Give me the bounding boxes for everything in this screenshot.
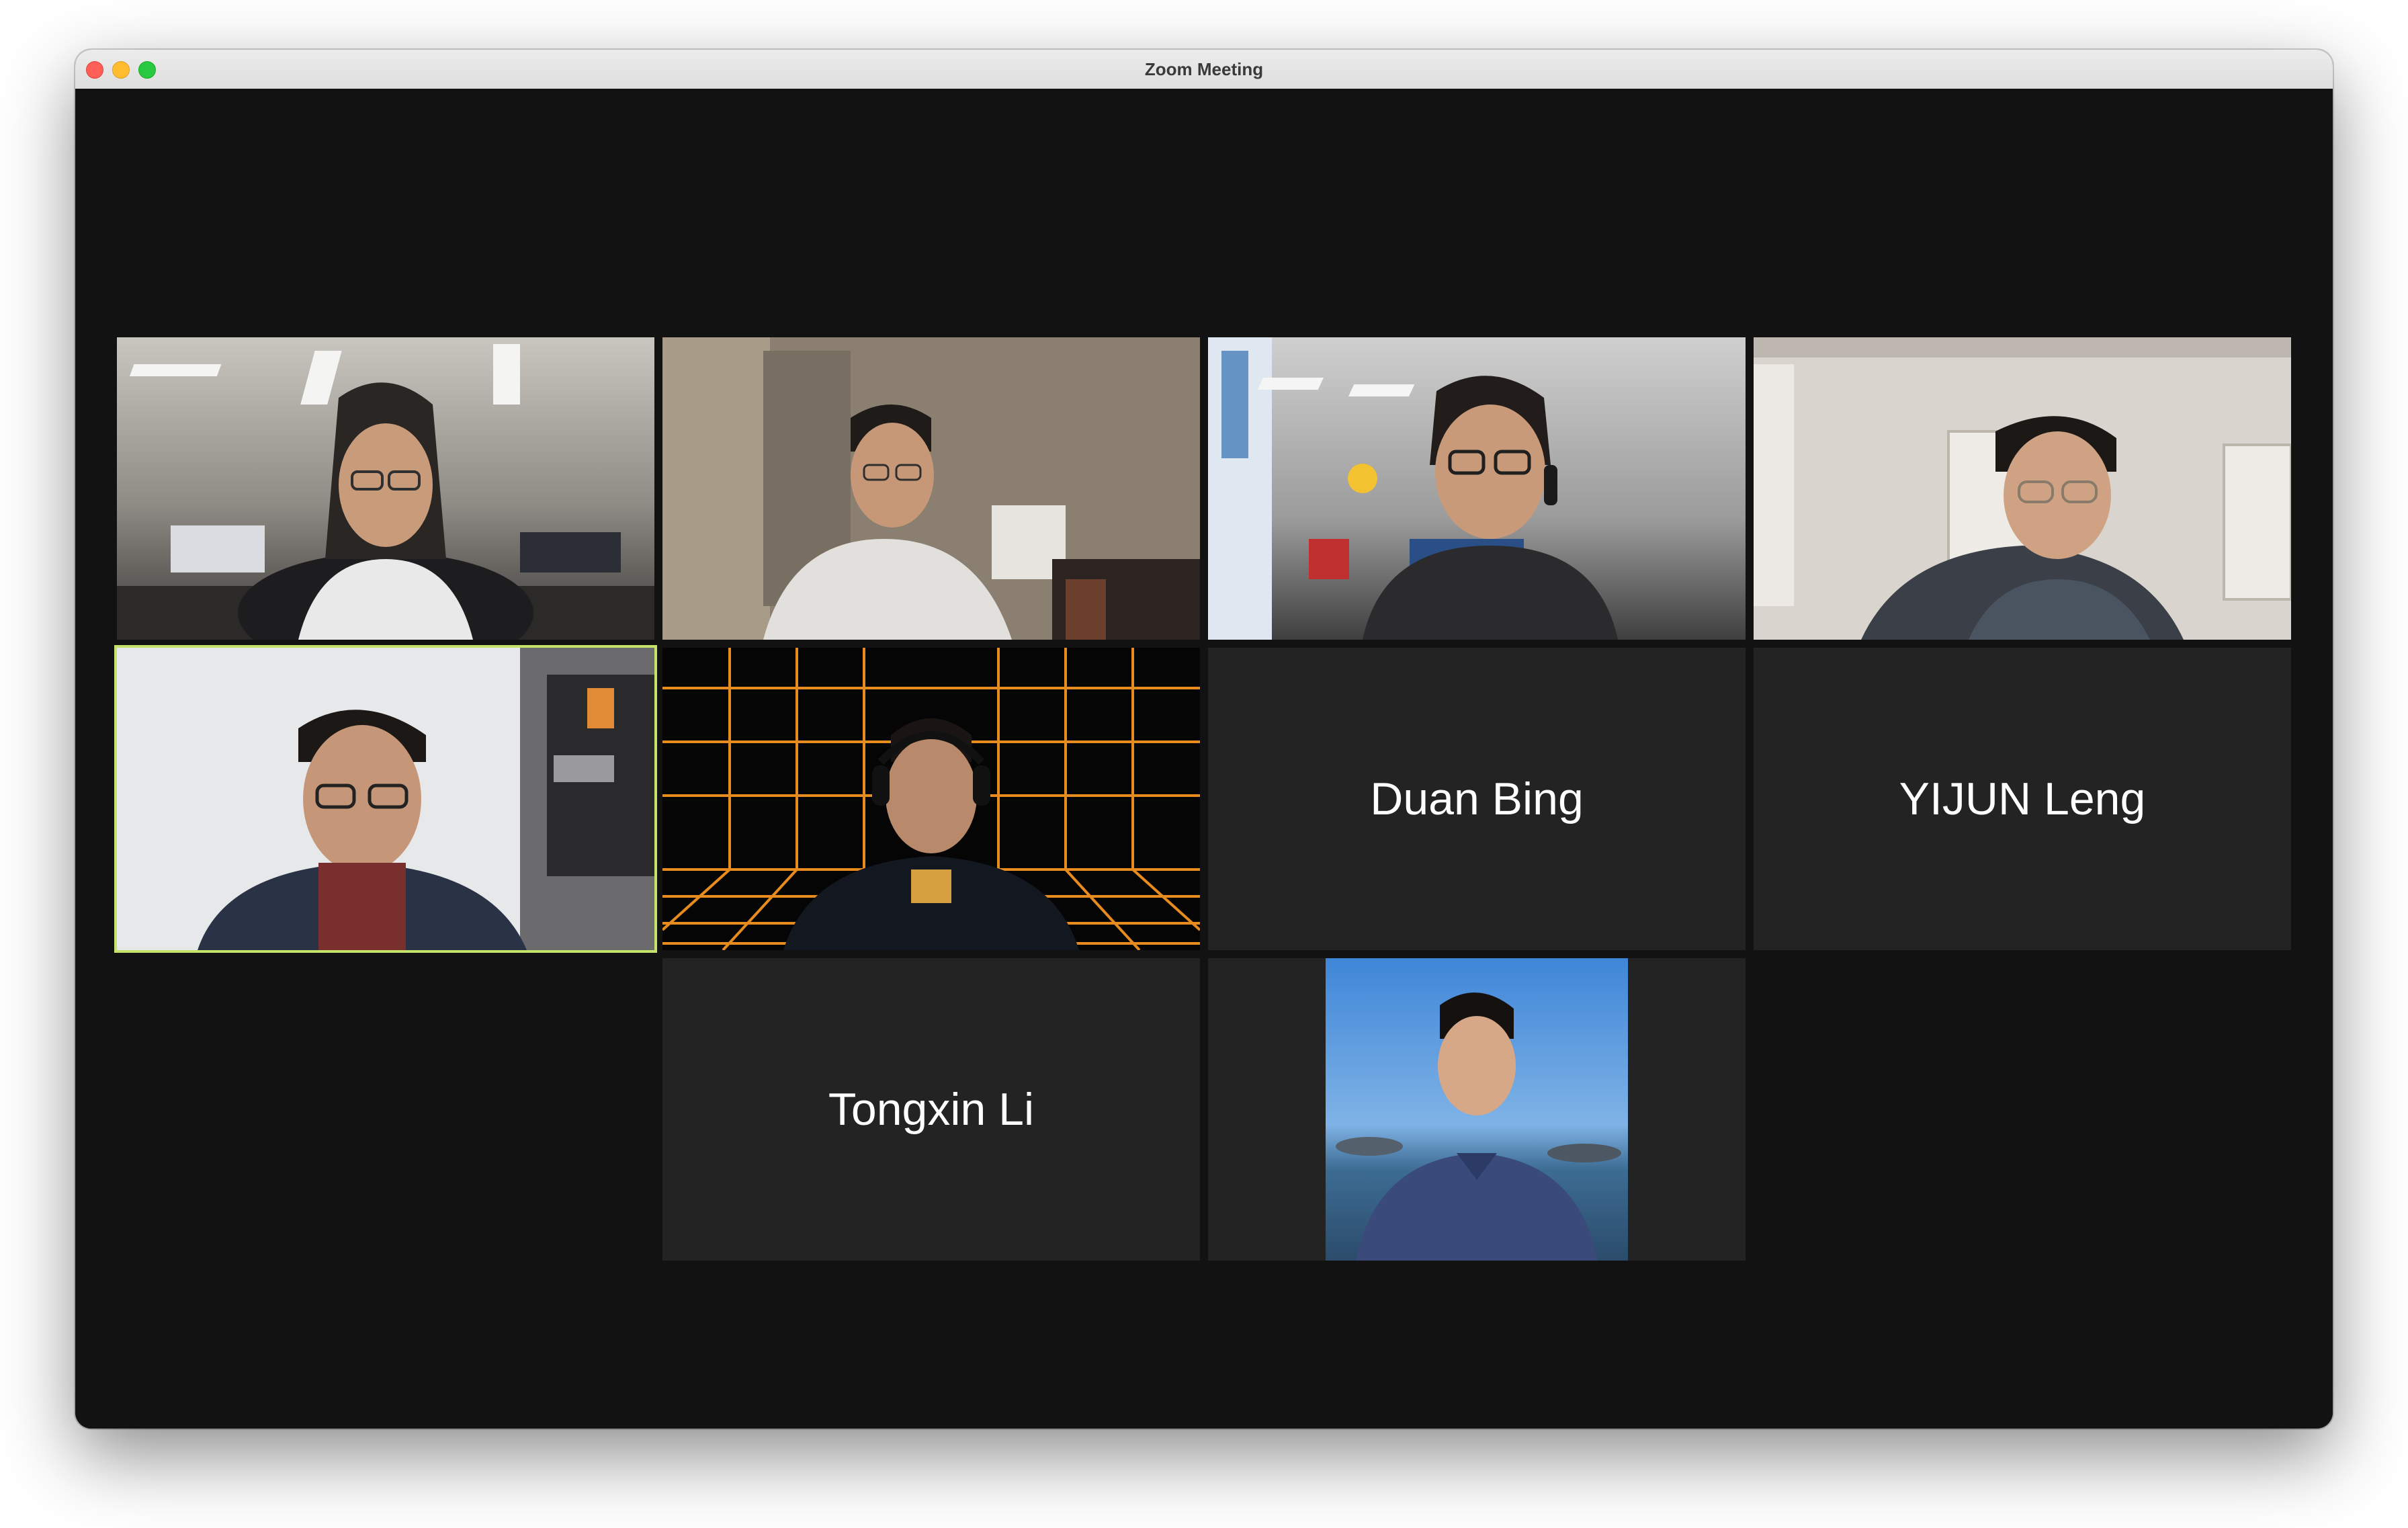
participant-video-tile-1[interactable] (117, 337, 654, 640)
participant-tile-duan-bing[interactable]: Duan Bing (1208, 648, 1746, 950)
participant-name: Duan Bing (1370, 773, 1584, 824)
participant-tile-tongxin-li[interactable]: Tongxin Li (662, 958, 1200, 1261)
participant-video-tile-4[interactable] (1754, 337, 2291, 640)
gallery-view: Duan Bing YIJUN Leng Tongxin Li (75, 89, 2333, 1429)
participant-video-tile-2[interactable] (662, 337, 1200, 640)
participant-profile-photo-tile[interactable] (1208, 958, 1746, 1261)
participant-video-tile-6[interactable] (662, 648, 1200, 950)
home-room-video-feed (662, 337, 1200, 640)
window-title: Zoom Meeting (1144, 59, 1264, 79)
participant-name: YIJUN Leng (1899, 773, 2146, 824)
home-room-video-feed-2 (1754, 337, 2291, 640)
office-headset-video-feed (1208, 337, 1746, 640)
participant-tile-yijun-leng[interactable]: YIJUN Leng (1754, 648, 2291, 950)
title-bar: Zoom Meeting (75, 50, 2333, 90)
profile-photo (1208, 958, 1746, 1261)
participant-name: Tongxin Li (828, 1084, 1035, 1135)
office-video-feed (117, 337, 654, 640)
participant-video-tile-3[interactable] (1208, 337, 1746, 640)
whiteboard-office-video-feed (117, 648, 654, 950)
grid-virtual-background-video-feed (662, 648, 1200, 950)
participant-video-tile-5-active-speaker[interactable] (114, 645, 657, 953)
zoom-window: Zoom Meeting Duan Bing YIJUN Leng Tongxi… (75, 50, 2333, 1429)
